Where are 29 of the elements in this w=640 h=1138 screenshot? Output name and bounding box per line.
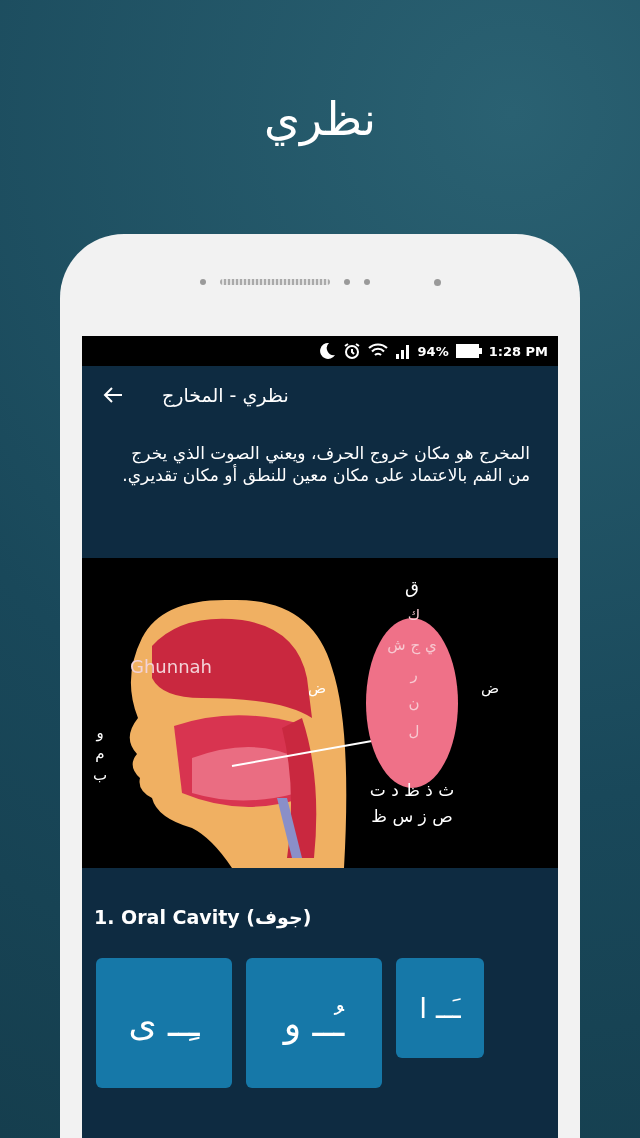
- sensor-dot-icon: [363, 279, 370, 285]
- moon-icon: [317, 342, 336, 360]
- sensor-dot-icon: [199, 279, 206, 285]
- section-title: 1. Oral Cavity (جوف): [93, 905, 313, 931]
- clock-time: 1:28 PM: [488, 343, 548, 359]
- battery-icon: [455, 344, 482, 358]
- screen-title: نظري - المخارج: [162, 384, 289, 406]
- sensor-dot-icon: [343, 279, 350, 285]
- letter-label: ض: [480, 679, 500, 697]
- letter-label: ن: [408, 694, 420, 712]
- letter-label: ض: [307, 679, 327, 697]
- letter-tile[interactable]: ـِــ ى: [96, 958, 232, 1088]
- letter-label: ل: [408, 722, 420, 740]
- intro-paragraph: المخرج هو مكان خروج الحرف، ويعني الصوت الذي يخرج من الفم بالاعتماد على مكان معين للنطق أو مكان تقديري.: [121, 442, 530, 488]
- letter-label: ر: [410, 666, 418, 684]
- letter-label: ق: [405, 576, 419, 597]
- letter-label: ص ز س ظ: [371, 806, 453, 826]
- alarm-clock-icon: [342, 342, 361, 360]
- letter-tile[interactable]: ـَــ ا: [396, 958, 484, 1058]
- letter-label: ب: [92, 766, 108, 784]
- battery-percent: 94%: [417, 343, 449, 359]
- headline: نظري: [264, 92, 376, 149]
- letter-label: و: [96, 724, 104, 742]
- speaker-grille-icon: [219, 279, 330, 285]
- letter-tile[interactable]: ـُــ و: [246, 958, 382, 1088]
- letter-label: ي ج ش: [387, 636, 437, 654]
- letter-label: م: [95, 744, 105, 762]
- camera-icon: [433, 278, 441, 286]
- signal-icon: [394, 343, 411, 359]
